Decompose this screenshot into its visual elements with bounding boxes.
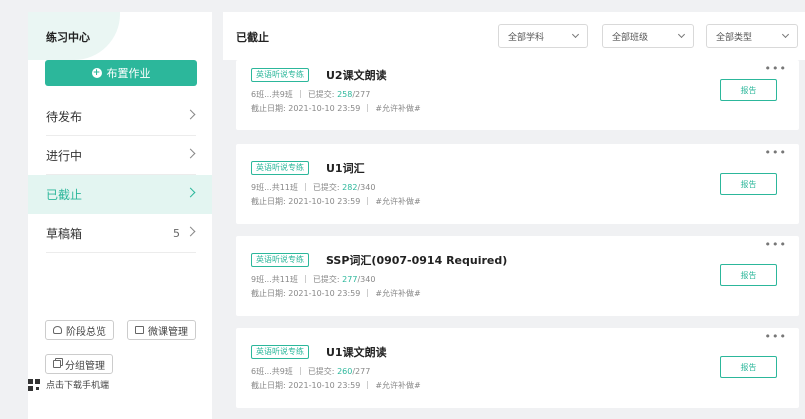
submitted-count: 277	[342, 275, 358, 284]
sidebar-title: 练习中心	[46, 31, 90, 44]
content-header: 已截止 全部学科 全部班级 全部类型	[223, 12, 805, 60]
chevron-right-icon	[185, 187, 196, 198]
chevron-down-icon	[781, 30, 790, 39]
submitted-label: 已提交:	[307, 90, 335, 99]
sidebar: 练习中心 + 布置作业 待发布 进行中 已截止 草稿箱 5 阶段总览 微课管理 …	[28, 12, 212, 419]
more-options-icon[interactable]: •••	[765, 330, 787, 343]
class-filter-value: 全部班级	[612, 32, 649, 43]
layers-icon	[53, 326, 62, 334]
more-options-icon[interactable]: •••	[765, 62, 787, 75]
assign-homework-button[interactable]: + 布置作业	[45, 60, 197, 86]
sidebar-item-label: 草稿箱	[46, 227, 83, 241]
stage-overview-label: 阶段总览	[66, 326, 106, 338]
total-count: /340	[357, 275, 376, 284]
assignment-title[interactable]: SSP词汇(0907-0914 Required)	[326, 252, 507, 268]
download-app-label: 点击下载手机端	[46, 381, 110, 391]
class-scope: 9班...共11班	[251, 183, 298, 192]
category-tag: 英语听说专练	[251, 345, 309, 359]
plus-icon: +	[91, 68, 102, 78]
assignment-title[interactable]: U1课文朗读	[326, 344, 387, 360]
submission-stats: 9班...共11班 已提交: 277/340	[251, 274, 375, 285]
stage-overview-button[interactable]: 阶段总览	[45, 320, 114, 340]
makeup-allowed: #允许补做#	[375, 197, 421, 206]
report-button[interactable]: 报告	[720, 173, 777, 195]
report-button[interactable]: 报告	[720, 356, 777, 378]
report-button[interactable]: 报告	[720, 264, 777, 286]
more-options-icon[interactable]: •••	[765, 146, 787, 159]
assignment-title[interactable]: U1词汇	[326, 160, 365, 176]
assignment-card: ••• 英语听说专练 U2课文朗读 6班...共9班 已提交: 258/277 截…	[236, 60, 799, 130]
sidebar-item-pending[interactable]: 待发布	[28, 97, 212, 136]
assign-homework-label: 布置作业	[106, 67, 151, 80]
assignment-title[interactable]: U2课文朗读	[326, 67, 387, 83]
sidebar-nav: 待发布 进行中 已截止 草稿箱 5	[28, 97, 212, 253]
divider	[46, 252, 196, 253]
makeup-allowed: #允许补做#	[375, 381, 421, 390]
micro-course-label: 微课管理	[148, 326, 188, 338]
report-button[interactable]: 报告	[720, 79, 777, 101]
deadline-row: 截止日期: 2021-10-10 23:59 #允许补做#	[251, 380, 421, 391]
submitted-count: 258	[337, 90, 353, 99]
submission-stats: 6班...共9班 已提交: 258/277	[251, 89, 370, 100]
chevron-down-icon	[677, 30, 686, 39]
deadline: 截止日期: 2021-10-10 23:59	[251, 197, 361, 206]
type-filter-select[interactable]: 全部类型	[706, 24, 798, 48]
submitted-label: 已提交:	[307, 367, 335, 376]
drafts-count: 5	[173, 227, 180, 240]
micro-course-button[interactable]: 微课管理	[127, 320, 196, 340]
class-scope: 6班...共9班	[251, 90, 293, 99]
class-scope: 9班...共11班	[251, 275, 298, 284]
app: 练习中心 + 布置作业 待发布 进行中 已截止 草稿箱 5 阶段总览 微课管理 …	[0, 0, 805, 419]
deadline: 截止日期: 2021-10-10 23:59	[251, 381, 361, 390]
chevron-down-icon	[571, 30, 580, 39]
deadline: 截止日期: 2021-10-10 23:59	[251, 104, 361, 113]
submitted-count: 260	[337, 367, 353, 376]
category-tag: 英语听说专练	[251, 253, 309, 267]
chevron-right-icon	[185, 226, 196, 237]
assignment-card: ••• 英语听说专练 U1课文朗读 6班...共9班 已提交: 260/277 截…	[236, 328, 799, 408]
total-count: /277	[352, 90, 371, 99]
deadline-row: 截止日期: 2021-10-10 23:59 #允许补做#	[251, 288, 421, 299]
deadline-row: 截止日期: 2021-10-10 23:59 #允许补做#	[251, 196, 421, 207]
sidebar-item-closed[interactable]: 已截止	[28, 175, 212, 214]
type-filter-value: 全部类型	[716, 32, 753, 43]
copy-icon	[53, 360, 61, 368]
assignment-card: ••• 英语听说专练 SSP词汇(0907-0914 Required) 9班.…	[236, 236, 799, 316]
class-filter-select[interactable]: 全部班级	[602, 24, 694, 48]
sidebar-item-in-progress[interactable]: 进行中	[28, 136, 212, 175]
sidebar-item-label: 进行中	[46, 149, 83, 163]
class-scope: 6班...共9班	[251, 367, 293, 376]
download-app-link[interactable]: 点击下载手机端	[28, 378, 109, 391]
more-options-icon[interactable]: •••	[765, 238, 787, 251]
submitted-count: 282	[342, 183, 358, 192]
page-title: 已截止	[236, 31, 269, 44]
group-manage-label: 分组管理	[65, 360, 105, 372]
sidebar-item-label: 已截止	[46, 188, 83, 202]
submitted-label: 已提交:	[312, 183, 340, 192]
submission-stats: 6班...共9班 已提交: 260/277	[251, 366, 370, 377]
deadline: 截止日期: 2021-10-10 23:59	[251, 289, 361, 298]
subject-filter-select[interactable]: 全部学科	[498, 24, 588, 48]
makeup-allowed: #允许补做#	[375, 289, 421, 298]
sidebar-item-label: 待发布	[46, 110, 83, 124]
group-manage-button[interactable]: 分组管理	[45, 354, 113, 374]
video-icon	[135, 326, 144, 334]
category-tag: 英语听说专练	[251, 68, 309, 82]
category-tag: 英语听说专练	[251, 161, 309, 175]
deadline-row: 截止日期: 2021-10-10 23:59 #允许补做#	[251, 103, 421, 114]
qr-code-icon	[28, 378, 40, 391]
sidebar-item-drafts[interactable]: 草稿箱 5	[28, 214, 212, 253]
submitted-label: 已提交:	[312, 275, 340, 284]
makeup-allowed: #允许补做#	[375, 104, 421, 113]
main-content: 已截止 全部学科 全部班级 全部类型 ••• 英语听说专练 U2课文朗读 6班.…	[223, 12, 805, 419]
chevron-right-icon	[185, 148, 196, 159]
assignment-card: ••• 英语听说专练 U1词汇 9班...共11班 已提交: 282/340 截止…	[236, 144, 799, 224]
subject-filter-value: 全部学科	[508, 32, 545, 43]
total-count: /340	[357, 183, 376, 192]
chevron-right-icon	[185, 109, 196, 120]
submission-stats: 9班...共11班 已提交: 282/340	[251, 182, 375, 193]
total-count: /277	[352, 367, 371, 376]
